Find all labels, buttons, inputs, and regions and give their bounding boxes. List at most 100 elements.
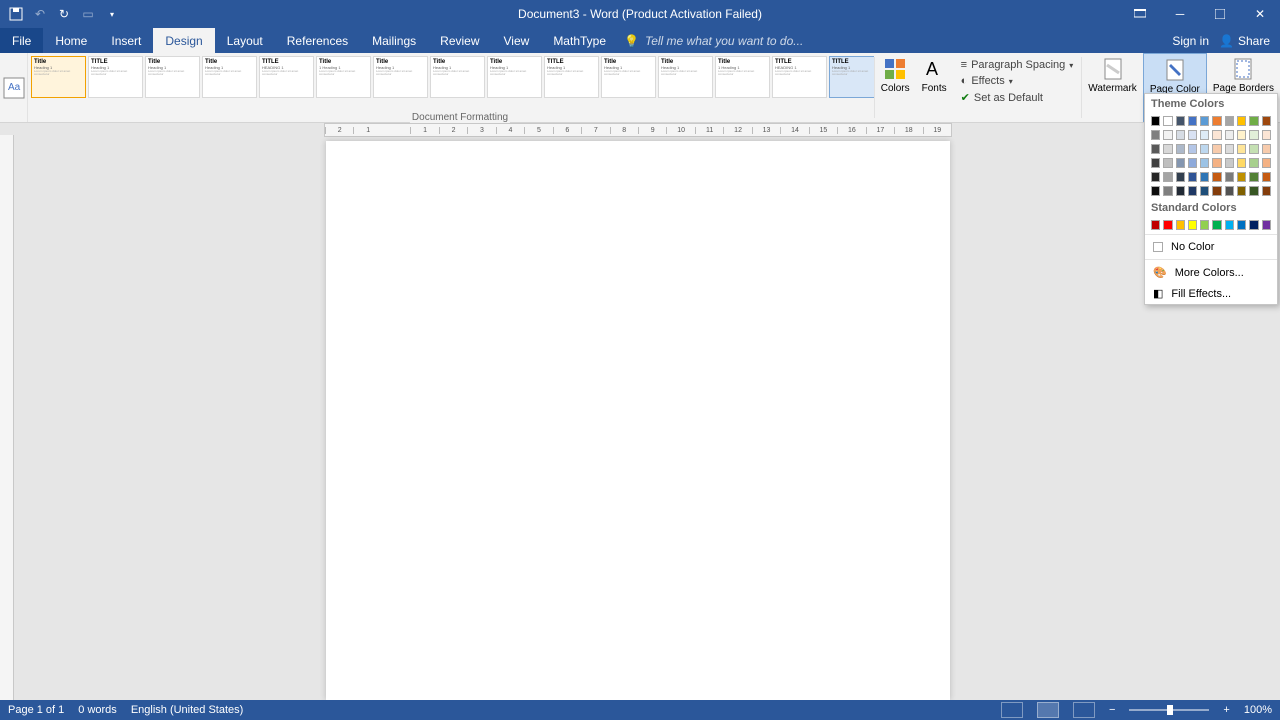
vertical-ruler[interactable] (0, 135, 14, 700)
ribbon-options-icon[interactable] (1120, 0, 1160, 28)
style-thumbnail[interactable]: TitleHeading 1Lorem ipsum dolor sit amet… (601, 56, 656, 98)
color-swatch[interactable] (1200, 116, 1209, 126)
color-swatch[interactable] (1237, 220, 1246, 230)
signin-link[interactable]: Sign in (1172, 34, 1209, 48)
color-swatch[interactable] (1262, 116, 1271, 126)
color-swatch[interactable] (1151, 144, 1160, 154)
tab-mathtype[interactable]: MathType (541, 28, 618, 53)
style-thumbnail[interactable]: TITLEHeading 1Lorem ipsum dolor sit amet… (544, 56, 599, 98)
fonts-button[interactable]: A Fonts (916, 53, 953, 122)
horizontal-ruler[interactable]: 2112345678910111213141516171819 (324, 123, 952, 137)
color-swatch[interactable] (1188, 116, 1197, 126)
color-swatch[interactable] (1212, 144, 1221, 154)
tellme-search[interactable]: 💡 Tell me what you want to do... (618, 28, 803, 53)
save-icon[interactable] (8, 6, 24, 22)
color-swatch[interactable] (1176, 186, 1185, 196)
color-swatch[interactable] (1151, 186, 1160, 196)
color-swatch[interactable] (1249, 220, 1258, 230)
color-swatch[interactable] (1163, 220, 1172, 230)
style-thumbnail[interactable]: TitleHeading 1Lorem ipsum dolor sit amet… (430, 56, 485, 98)
read-mode-button[interactable] (1001, 702, 1023, 718)
style-thumbnail[interactable]: TITLEHeading 1Lorem ipsum dolor sit amet… (88, 56, 143, 98)
color-swatch[interactable] (1237, 172, 1246, 182)
zoom-level[interactable]: 100% (1244, 704, 1272, 716)
style-thumbnail[interactable]: TITLEHEADING 1Lorem ipsum dolor sit amet… (772, 56, 827, 98)
share-button[interactable]: 👤 Share (1219, 34, 1270, 48)
web-layout-button[interactable] (1073, 702, 1095, 718)
color-swatch[interactable] (1225, 130, 1234, 140)
color-swatch[interactable] (1176, 144, 1185, 154)
color-swatch[interactable] (1151, 220, 1160, 230)
watermark-button[interactable]: Watermark (1082, 53, 1143, 122)
color-swatch[interactable] (1212, 116, 1221, 126)
color-swatch[interactable] (1163, 144, 1172, 154)
color-swatch[interactable] (1212, 172, 1221, 182)
color-swatch[interactable] (1188, 158, 1197, 168)
color-swatch[interactable] (1151, 116, 1160, 126)
color-swatch[interactable] (1249, 172, 1258, 182)
color-swatch[interactable] (1163, 116, 1172, 126)
color-swatch[interactable] (1176, 116, 1185, 126)
minimize-button[interactable]: ─ (1160, 0, 1200, 28)
print-layout-button[interactable] (1037, 702, 1059, 718)
color-swatch[interactable] (1188, 186, 1197, 196)
color-swatch[interactable] (1163, 186, 1172, 196)
color-swatch[interactable] (1176, 158, 1185, 168)
color-swatch[interactable] (1212, 130, 1221, 140)
color-swatch[interactable] (1249, 130, 1258, 140)
color-swatch[interactable] (1237, 158, 1246, 168)
document-page[interactable] (326, 141, 950, 700)
tab-references[interactable]: References (275, 28, 360, 53)
color-swatch[interactable] (1249, 144, 1258, 154)
color-swatch[interactable] (1176, 172, 1185, 182)
color-swatch[interactable] (1249, 158, 1258, 168)
no-color-item[interactable]: No Color (1145, 237, 1277, 257)
color-swatch[interactable] (1225, 144, 1234, 154)
style-thumbnail[interactable]: TITLEHeading 1Lorem ipsum dolor sit amet… (829, 56, 874, 98)
tab-layout[interactable]: Layout (215, 28, 275, 53)
color-swatch[interactable] (1151, 130, 1160, 140)
style-thumbnail[interactable]: TitleHeading 1Lorem ipsum dolor sit amet… (373, 56, 428, 98)
tab-file[interactable]: File (0, 28, 43, 53)
color-swatch[interactable] (1212, 186, 1221, 196)
color-swatch[interactable] (1176, 220, 1185, 230)
zoom-out-button[interactable]: − (1109, 704, 1115, 716)
color-swatch[interactable] (1225, 220, 1234, 230)
color-swatch[interactable] (1188, 144, 1197, 154)
tab-insert[interactable]: Insert (99, 28, 153, 53)
color-swatch[interactable] (1212, 158, 1221, 168)
color-swatch[interactable] (1200, 172, 1209, 182)
maximize-button[interactable] (1200, 0, 1240, 28)
color-swatch[interactable] (1225, 172, 1234, 182)
undo-icon[interactable]: ↶ (32, 6, 48, 22)
color-swatch[interactable] (1188, 220, 1197, 230)
set-default-button[interactable]: ✔ Set as Default (961, 91, 1074, 104)
color-swatch[interactable] (1249, 116, 1258, 126)
color-swatch[interactable] (1225, 116, 1234, 126)
status-words[interactable]: 0 words (78, 704, 117, 716)
color-swatch[interactable] (1249, 186, 1258, 196)
colors-button[interactable]: Colors (875, 53, 916, 122)
style-thumbnail[interactable]: TitleHeading 1Lorem ipsum dolor sit amet… (31, 56, 86, 98)
zoom-slider[interactable] (1129, 709, 1209, 711)
color-swatch[interactable] (1212, 220, 1221, 230)
color-swatch[interactable] (1200, 220, 1209, 230)
color-swatch[interactable] (1200, 186, 1209, 196)
close-button[interactable]: ✕ (1240, 0, 1280, 28)
color-swatch[interactable] (1262, 158, 1271, 168)
color-swatch[interactable] (1262, 130, 1271, 140)
color-swatch[interactable] (1163, 130, 1172, 140)
color-swatch[interactable] (1262, 144, 1271, 154)
color-swatch[interactable] (1237, 144, 1246, 154)
more-colors-item[interactable]: 🎨 More Colors... (1145, 262, 1277, 283)
style-thumbnail[interactable]: Title1 Heading 1Lorem ipsum dolor sit am… (316, 56, 371, 98)
style-thumbnail[interactable]: TitleHeading 1Lorem ipsum dolor sit amet… (487, 56, 542, 98)
fill-effects-item[interactable]: ◧ Fill Effects... (1145, 283, 1277, 304)
touch-mode-icon[interactable]: ▭ (80, 6, 96, 22)
paragraph-spacing-button[interactable]: ≡ Paragraph Spacing ▾ (961, 59, 1074, 71)
style-thumbnail[interactable]: TitleHeading 1Lorem ipsum dolor sit amet… (658, 56, 713, 98)
style-thumbnail[interactable]: TitleHeading 1Lorem ipsum dolor sit amet… (145, 56, 200, 98)
style-thumbnail[interactable]: Title1 Heading 1Lorem ipsum dolor sit am… (715, 56, 770, 98)
tab-design[interactable]: Design (153, 28, 214, 53)
color-swatch[interactable] (1237, 186, 1246, 196)
